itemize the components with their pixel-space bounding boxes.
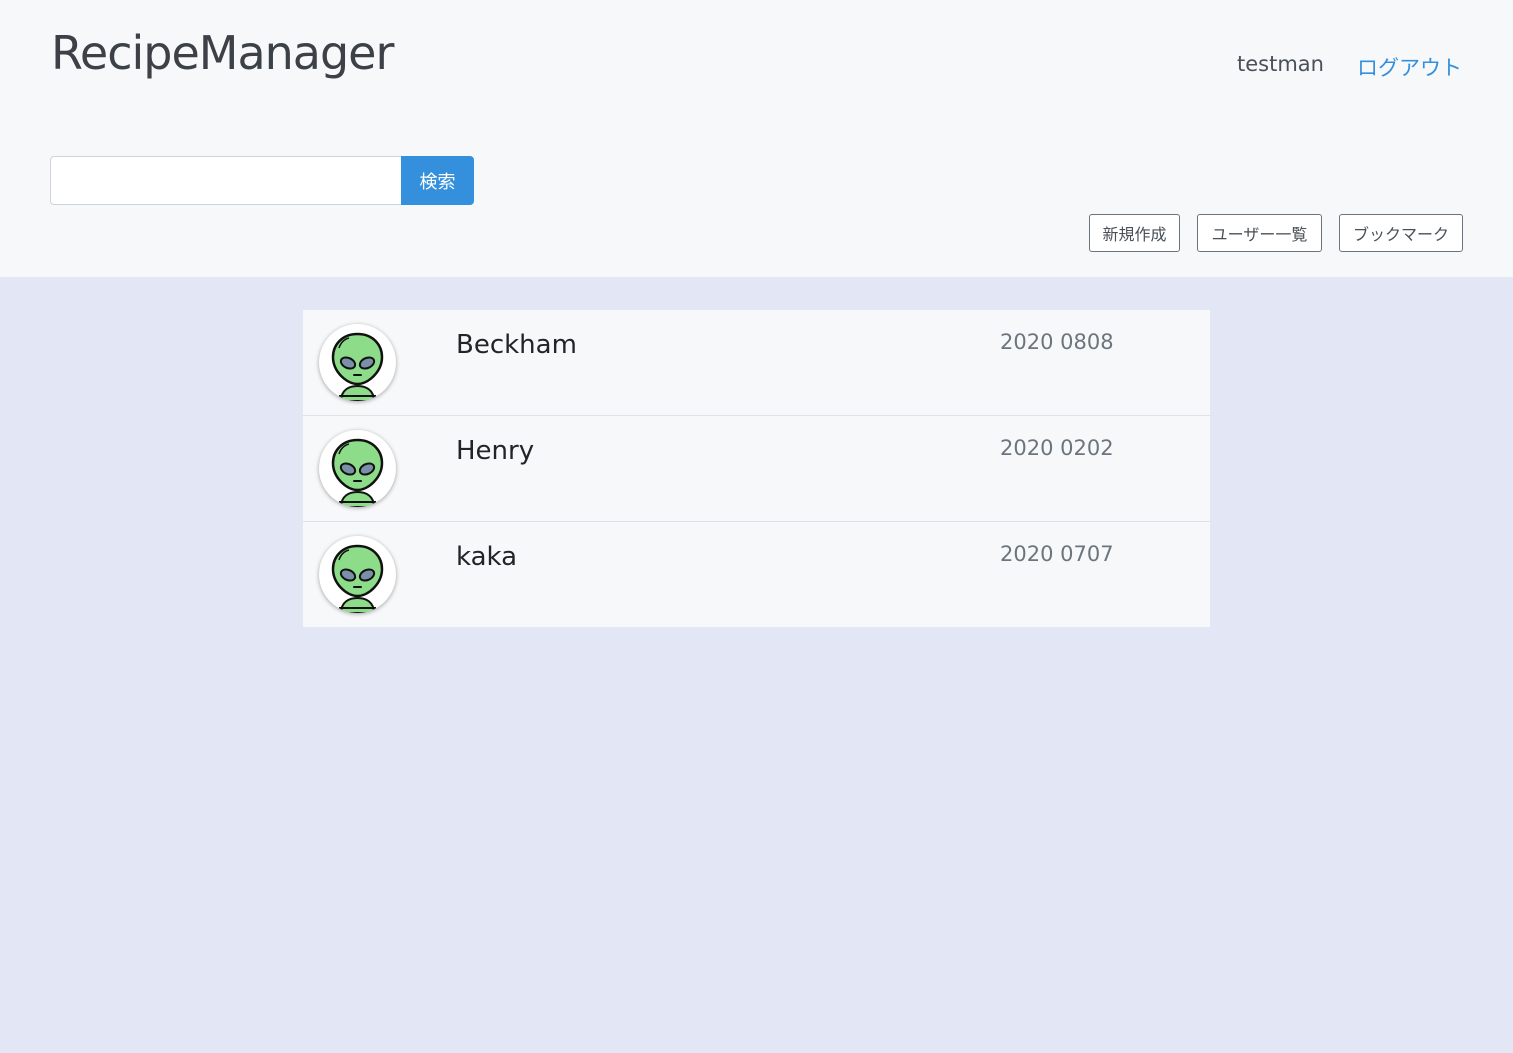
current-username: testman [1237, 52, 1324, 76]
search-input[interactable] [50, 156, 402, 205]
search-button[interactable]: 検索 [401, 156, 474, 205]
alien-icon [331, 332, 384, 401]
user-list: Beckham 2020 0808 Henry 2020 0202 kaka 2… [303, 310, 1210, 627]
user-name[interactable]: Henry [456, 436, 534, 466]
user-date: 2020 0202 [1000, 436, 1114, 460]
header: RecipeManager testman ログアウト 検索 新規作成 ユーザー… [0, 0, 1513, 277]
list-item[interactable]: Beckham 2020 0808 [303, 310, 1210, 416]
bookmark-button[interactable]: ブックマーク [1339, 214, 1463, 252]
user-date: 2020 0707 [1000, 542, 1114, 566]
alien-icon [331, 438, 384, 507]
user-list-button[interactable]: ユーザー一覧 [1197, 214, 1322, 252]
user-name[interactable]: Beckham [456, 330, 577, 360]
avatar[interactable] [319, 430, 396, 507]
avatar[interactable] [319, 536, 396, 613]
new-recipe-button[interactable]: 新規作成 [1089, 214, 1180, 252]
avatar[interactable] [319, 324, 396, 401]
brand-title[interactable]: RecipeManager [51, 26, 394, 80]
alien-icon [331, 544, 384, 613]
list-item[interactable]: Henry 2020 0202 [303, 416, 1210, 522]
logout-link[interactable]: ログアウト [1357, 52, 1462, 82]
list-item[interactable]: kaka 2020 0707 [303, 522, 1210, 627]
user-name[interactable]: kaka [456, 542, 517, 572]
user-date: 2020 0808 [1000, 330, 1114, 354]
